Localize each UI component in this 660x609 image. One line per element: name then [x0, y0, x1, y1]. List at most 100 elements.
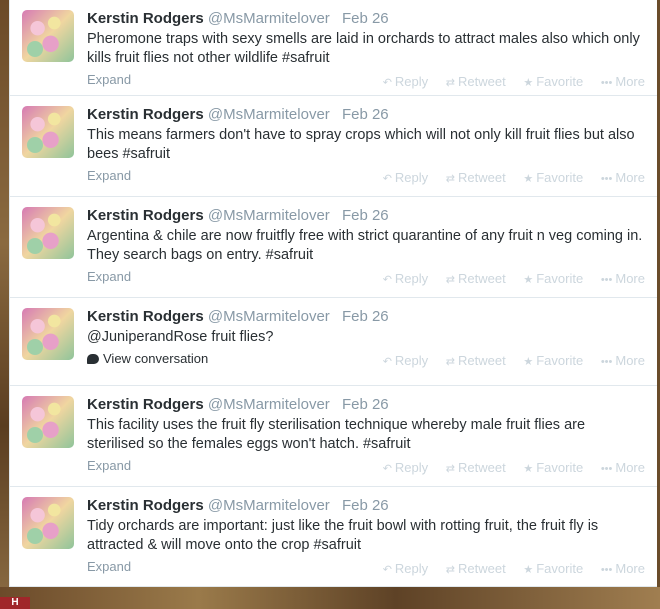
tweet[interactable]: Kerstin Rodgers @MsMarmitelover Feb 26 P…: [10, 0, 657, 96]
avatar[interactable]: [22, 207, 74, 259]
favorite-button[interactable]: ★ Favorite: [523, 170, 583, 185]
tweet-date[interactable]: Feb 26: [342, 207, 389, 224]
avatar[interactable]: [22, 308, 74, 360]
more-button[interactable]: ••• More: [601, 561, 645, 576]
tweet[interactable]: Kerstin Rodgers @MsMarmitelover Feb 26 A…: [10, 197, 657, 298]
tweet-header: Kerstin Rodgers @MsMarmitelover Feb 26: [87, 308, 645, 326]
favorite-button[interactable]: ★ Favorite: [523, 561, 583, 576]
tweet-text: This facility uses the fruit fly sterili…: [87, 417, 586, 452]
author-handle[interactable]: @MsMarmitelover: [208, 207, 330, 224]
favorite-button[interactable]: ★ Favorite: [523, 460, 583, 475]
retweet-button[interactable]: ⇄ Retweet: [446, 170, 506, 185]
avatar[interactable]: [22, 497, 74, 549]
tweet-actions: ↶ Reply ⇄ Retweet ★ Favorite ••• More: [369, 353, 645, 368]
tweet-footer: Expand ↶ Reply ⇄ Retweet ★ Favorite ••• More: [87, 559, 645, 583]
retweet-label: Retweet: [458, 561, 506, 576]
author-handle[interactable]: @MsMarmitelover: [208, 396, 330, 413]
tweet[interactable]: Kerstin Rodgers @MsMarmitelover Feb 26 @…: [10, 298, 657, 386]
view-conversation-label: View conversation: [103, 351, 209, 366]
author-name[interactable]: Kerstin Rodgers: [87, 10, 204, 27]
taskbar-app-icon[interactable]: H: [0, 597, 30, 609]
author-name[interactable]: Kerstin Rodgers: [87, 106, 204, 123]
author-name[interactable]: Kerstin Rodgers: [87, 308, 204, 325]
retweet-label: Retweet: [458, 74, 506, 89]
more-button[interactable]: ••• More: [601, 271, 645, 286]
author-handle[interactable]: @MsMarmitelover: [208, 497, 330, 514]
expand-link[interactable]: Expand: [87, 458, 131, 473]
tweet-footer: View conversation ↶ Reply ⇄ Retweet ★ Favor…: [87, 351, 645, 375]
more-label: More: [615, 74, 645, 89]
expand-link[interactable]: Expand: [87, 559, 131, 574]
retweet-label: Retweet: [458, 460, 506, 475]
speech-bubble-icon: [87, 354, 99, 364]
tweet-date[interactable]: Feb 26: [342, 497, 389, 514]
retweet-button[interactable]: ⇄ Retweet: [446, 353, 506, 368]
tweet-date[interactable]: Feb 26: [342, 106, 389, 123]
tweet[interactable]: Kerstin Rodgers @MsMarmitelover Feb 26 T…: [10, 386, 657, 487]
reply-icon: ↶: [382, 356, 392, 368]
favorite-button[interactable]: ★ Favorite: [523, 74, 583, 89]
author-handle[interactable]: @MsMarmitelover: [208, 106, 330, 123]
retweet-icon: ⇄: [445, 356, 456, 368]
reply-label: Reply: [394, 271, 429, 286]
expand-link[interactable]: Expand: [87, 269, 131, 284]
retweet-icon: ⇄: [445, 173, 456, 185]
avatar[interactable]: [22, 10, 74, 62]
tweet-date[interactable]: Feb 26: [342, 10, 389, 27]
tweet-actions: ↶ Reply ⇄ Retweet ★ Favorite ••• More: [369, 460, 645, 475]
tweet-date[interactable]: Feb 26: [342, 308, 389, 325]
more-button[interactable]: ••• More: [601, 170, 645, 185]
retweet-icon: ⇄: [445, 463, 456, 475]
author-name[interactable]: Kerstin Rodgers: [87, 396, 204, 413]
reply-icon: ↶: [382, 274, 392, 286]
favorite-button[interactable]: ★ Favorite: [523, 353, 583, 368]
avatar[interactable]: [22, 396, 74, 448]
more-button[interactable]: ••• More: [601, 353, 645, 368]
avatar[interactable]: [22, 106, 74, 158]
retweet-button[interactable]: ⇄ Retweet: [446, 74, 506, 89]
reply-button[interactable]: ↶ Reply: [383, 74, 428, 89]
star-icon: ★: [523, 463, 534, 475]
more-dots-icon: •••: [600, 356, 613, 368]
star-icon: ★: [523, 77, 534, 89]
reply-button[interactable]: ↶ Reply: [383, 271, 428, 286]
more-label: More: [615, 353, 645, 368]
more-label: More: [615, 170, 645, 185]
reply-icon: ↶: [382, 564, 392, 576]
author-handle[interactable]: @MsMarmitelover: [208, 10, 330, 27]
more-dots-icon: •••: [600, 274, 613, 286]
retweet-button[interactable]: ⇄ Retweet: [446, 460, 506, 475]
reply-button[interactable]: ↶ Reply: [383, 170, 428, 185]
view-conversation-link[interactable]: View conversation: [87, 351, 208, 366]
expand-link[interactable]: Expand: [87, 168, 131, 183]
more-button[interactable]: ••• More: [601, 460, 645, 475]
tweet[interactable]: Kerstin Rodgers @MsMarmitelover Feb 26 T…: [10, 96, 657, 197]
reply-icon: ↶: [382, 77, 392, 89]
retweet-button[interactable]: ⇄ Retweet: [446, 561, 506, 576]
more-dots-icon: •••: [600, 77, 613, 89]
more-button[interactable]: ••• More: [601, 74, 645, 89]
reply-button[interactable]: ↶ Reply: [383, 353, 428, 368]
reply-label: Reply: [394, 353, 429, 368]
star-icon: ★: [523, 274, 534, 286]
tweet[interactable]: Kerstin Rodgers @MsMarmitelover Feb 26 T…: [10, 487, 657, 587]
favorite-button[interactable]: ★ Favorite: [523, 271, 583, 286]
reply-button[interactable]: ↶ Reply: [383, 460, 428, 475]
star-icon: ★: [523, 173, 534, 185]
tweet-header: Kerstin Rodgers @MsMarmitelover Feb 26: [87, 396, 645, 414]
tweet-text: Tidy orchards are important: just like t…: [87, 518, 599, 553]
reply-icon: ↶: [382, 463, 392, 475]
reply-label: Reply: [394, 561, 429, 576]
tweet-date[interactable]: Feb 26: [342, 396, 389, 413]
retweet-button[interactable]: ⇄ Retweet: [446, 271, 506, 286]
expand-link[interactable]: Expand: [87, 72, 131, 87]
author-handle[interactable]: @MsMarmitelover: [208, 308, 330, 325]
author-name[interactable]: Kerstin Rodgers: [87, 207, 204, 224]
tweet-header: Kerstin Rodgers @MsMarmitelover Feb 26: [87, 497, 645, 515]
retweet-label: Retweet: [458, 353, 506, 368]
desktop-background-bottom: [0, 587, 660, 609]
author-name[interactable]: Kerstin Rodgers: [87, 497, 204, 514]
tweet-footer: Expand ↶ Reply ⇄ Retweet ★ Favorite ••• More: [87, 458, 645, 482]
more-label: More: [615, 561, 645, 576]
reply-button[interactable]: ↶ Reply: [383, 561, 428, 576]
